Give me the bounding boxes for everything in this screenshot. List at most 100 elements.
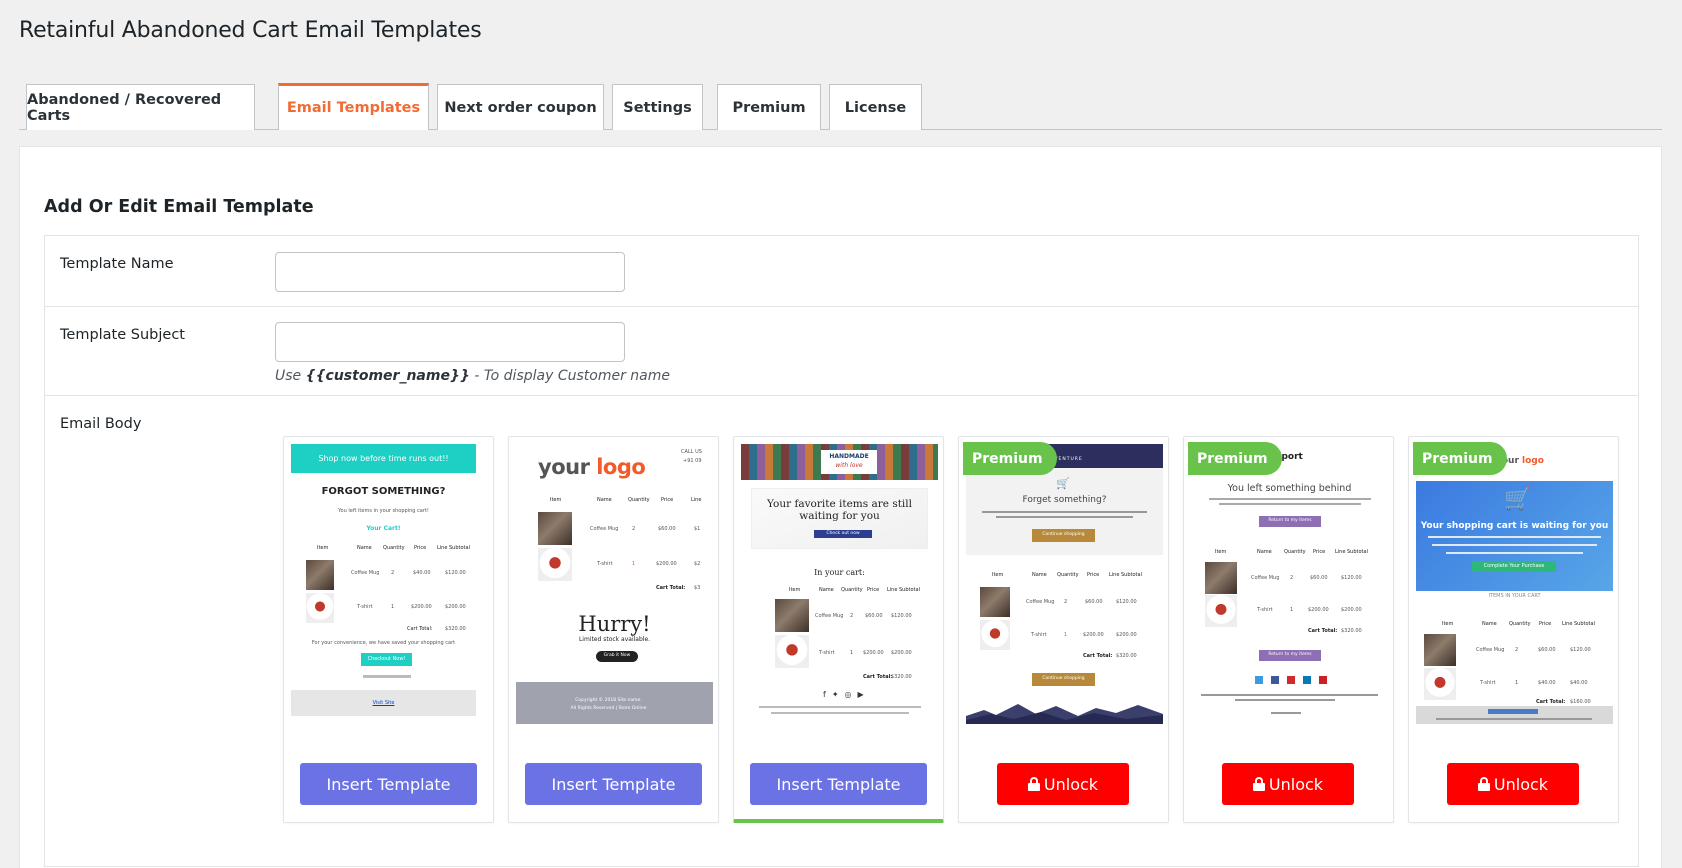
preview-total-value: $160.00 [1570,699,1591,705]
preview-col: Name [1257,549,1272,555]
template-subject-input[interactable] [275,322,625,362]
preview-cell: 2 [1064,599,1068,605]
preview-cart-title: Your Cart! [366,525,401,532]
premium-badge: Premium [1413,442,1507,475]
preview-cell: Coffee Mug [351,570,380,576]
facebook-icon [1271,676,1279,684]
preview-total-value: $3 [694,585,701,591]
preview-cell: $200.00 [411,604,432,610]
preview-subtext: You left items in your shopping cart! [338,508,429,514]
preview-text-line [1201,694,1378,696]
preview-col: Quantity [628,497,650,503]
preview-total-label: Cart Total: [1308,628,1338,634]
preview-col: Quantity [1057,572,1079,578]
preview-cell: 2 [632,526,636,532]
preview-cell: $200.00 [445,604,466,610]
preview-cell: T-shirt [1257,607,1273,613]
tab-abandoned-recovered-carts[interactable]: Abandoned / Recovered Carts [26,84,255,130]
preview-footer-line: Copyright © 2018 Site name. [575,698,642,703]
preview-cell: $200.00 [656,561,677,567]
preview-cell: 2 [391,570,395,576]
template-card-4[interactable]: Premium ADVENTURE 🛒 Forget something? Co… [958,436,1169,823]
unlock-button[interactable]: Unlock [1222,763,1354,805]
nav-tabs: Abandoned / Recovered Carts Email Templa… [19,83,1662,130]
preview-cell: Coffee Mug [1476,647,1505,653]
preview-cell: $200.00 [1341,607,1362,613]
preview-cell: Coffee Mug [1251,575,1280,581]
unlock-button[interactable]: Unlock [997,763,1129,805]
template-card-1[interactable]: Shop now before time runs out!! FORGOT S… [283,436,494,823]
preview-footer-line: All Rights Reserved | Store Online [570,706,647,711]
tab-premium[interactable]: Premium [717,84,821,130]
preview-col: Line [691,497,702,503]
preview-note: For your convenience, we have saved your… [311,640,456,646]
preview-social-bar [1488,709,1538,714]
preview-text-line [982,511,1147,513]
preview-col: Quantity [841,587,863,593]
preview-col: Item [1215,549,1227,555]
preview-col: Quantity [1284,549,1306,555]
template-card-3[interactable]: HANDMADE with love Your favorite items a… [733,436,944,823]
preview-text-line [1436,718,1592,720]
preview-cta-label: Return to my items [1268,652,1312,657]
tab-settings[interactable]: Settings [612,84,703,130]
preview-cta-label: Check out now [826,531,860,536]
preview-product-image [538,512,572,545]
page-title: Retainful Abandoned Cart Email Templates [19,18,482,43]
preview-call-label: CALL US [681,449,702,455]
preview-col: Price [661,497,674,503]
preview-cell: $200.00 [1308,607,1329,613]
template-card-6[interactable]: Premium your logo 🛒 Your shopping cart i… [1408,436,1619,823]
preview-cta-label: Return to my items [1268,518,1312,523]
unlock-label: Unlock [1493,774,1549,794]
preview-col: Item [317,545,329,551]
insert-template-button[interactable]: Insert Template [750,763,927,805]
preview-col: Name [597,497,612,503]
preview-cell: $1 [694,526,701,532]
tab-email-templates[interactable]: Email Templates [278,83,429,130]
preview-cell: $60.00 [1538,647,1556,653]
preview-footer [516,682,713,724]
preview-cta-label: Continue shopping [1042,676,1085,681]
template-card-2[interactable]: your logo CALL US +91 09 Item Name Quant… [508,436,719,823]
template-name-input[interactable] [275,252,625,292]
preview-cell: $200.00 [891,650,912,656]
preview-total-value: $320.00 [1341,628,1362,634]
preview-cta-label: Grab it Now [603,653,631,658]
preview-heading: Forget something? [1022,495,1107,505]
preview-brand: HANDMADE [829,453,869,460]
template-card-5[interactable]: Premium Sport You left something behind … [1183,436,1394,823]
insert-template-button[interactable]: Insert Template [300,763,477,805]
preview-cell: T-shirt [1031,632,1047,638]
preview-product-image [775,599,809,632]
preview-total-label: Cart Total: [863,674,893,680]
premium-badge: Premium [1188,442,1282,475]
preview-col: Price [867,587,880,593]
template-name-label: Template Name [60,256,174,272]
tab-next-order-coupon[interactable]: Next order coupon [437,84,604,130]
preview-text-line [1271,712,1301,714]
preview-cell: $40.00 [413,570,431,576]
template-preview-6: your logo 🛒 Your shopping cart is waitin… [1416,444,1613,744]
unlock-label: Unlock [1043,774,1099,794]
mountain-illustration [966,700,1163,724]
preview-total-label: Cart Total: [407,626,433,632]
insert-template-button[interactable]: Insert Template [525,763,702,805]
preview-total-value: $320.00 [891,674,912,680]
preview-cell: $2 [694,561,701,567]
preview-col: Quantity [383,545,405,551]
tab-license[interactable]: License [829,84,922,130]
preview-banner-text: Shop now before time runs out!! [318,454,449,463]
preview-text-line [1209,498,1371,500]
subject-hint-token: {{customer_name}} [305,368,470,384]
preview-cell: $40.00 [1538,680,1556,686]
subject-hint-suffix: - To display Customer name [469,368,670,384]
preview-cell: 1 [391,604,395,610]
preview-cell: Coffee Mug [590,526,619,532]
preview-col: Item [992,572,1004,578]
preview-heading: FORGOT SOMETHING? [321,486,446,497]
preview-logo-accent: logo [1522,456,1544,466]
unlock-button[interactable]: Unlock [1447,763,1579,805]
preview-total-label: Cart Total: [1083,653,1113,659]
preview-product-image [1424,634,1456,666]
